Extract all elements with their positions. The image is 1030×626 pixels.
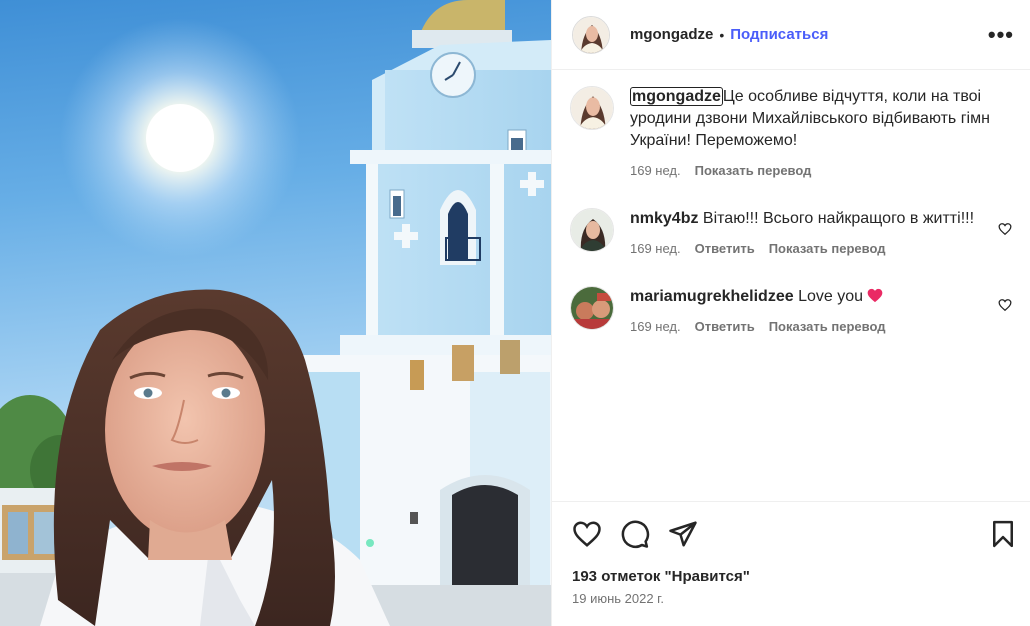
comment-like-icon[interactable]: [998, 298, 1012, 312]
share-icon[interactable]: [668, 519, 698, 549]
reply-button[interactable]: Ответить: [695, 316, 755, 338]
caption-translate-link[interactable]: Показать перевод: [695, 160, 812, 182]
pink-heart-emoji: [868, 288, 883, 303]
comment-item: mariamugrekhelidzee Love you 169 нед. От…: [570, 286, 1012, 338]
separator-dot: •: [719, 26, 725, 43]
bookmark-icon[interactable]: [988, 519, 1018, 549]
likes-count[interactable]: 193 отметок "Нравится": [572, 568, 1018, 585]
comment-username[interactable]: mariamugrekhelidzee: [630, 288, 794, 305]
comment-icon[interactable]: [620, 519, 650, 549]
reply-button[interactable]: Ответить: [695, 238, 755, 260]
commenter-avatar[interactable]: [570, 286, 614, 330]
commenter-avatar[interactable]: [570, 208, 614, 252]
comment-time[interactable]: 169 нед.: [630, 316, 681, 338]
action-bar: [572, 518, 1018, 550]
author-username[interactable]: mgongadze: [630, 26, 713, 43]
caption-username[interactable]: mgongadze: [630, 87, 723, 106]
follow-button[interactable]: Подписаться: [730, 26, 828, 43]
instagram-post: mgongadze • Подписаться ••• mgongadze Це…: [0, 0, 1030, 626]
post-header: mgongadze • Подписаться •••: [552, 0, 1030, 70]
post-photo[interactable]: [0, 0, 551, 626]
caption: mgongadze Це особливе відчуття, коли на т…: [570, 86, 1012, 182]
like-icon[interactable]: [572, 519, 602, 549]
comments-section: mgongadze Це особливе відчуття, коли на т…: [552, 70, 1030, 338]
author-avatar[interactable]: [572, 15, 610, 54]
post-footer: 193 отметок "Нравится" 19 июнь 2022 г.: [552, 501, 1030, 606]
translate-link[interactable]: Показать перевод: [769, 238, 886, 260]
comment-text: Вітаю!!! Всього найкращого в житті!!!: [702, 210, 975, 227]
comment-text: Love you: [798, 288, 864, 305]
caption-avatar[interactable]: [570, 86, 614, 130]
post-side-panel: mgongadze • Подписаться ••• mgongadze Це…: [551, 0, 1030, 626]
post-date[interactable]: 19 июнь 2022 г.: [572, 591, 1018, 606]
comment-meta: 169 нед. Ответить Показать перевод: [630, 238, 982, 260]
comment-time[interactable]: 169 нед.: [630, 238, 681, 260]
translate-link[interactable]: Показать перевод: [769, 316, 886, 338]
selfie-with-bell-tower-image: [0, 0, 551, 626]
comment-meta: 169 нед. Ответить Показать перевод: [630, 316, 982, 338]
comment-item: nmky4bz Вітаю!!! Всього найкращого в жит…: [570, 208, 1012, 260]
comment-username[interactable]: nmky4bz: [630, 210, 698, 227]
caption-meta: 169 нед. Показать перевод: [630, 160, 1012, 182]
more-options-icon[interactable]: •••: [988, 22, 1014, 48]
caption-time[interactable]: 169 нед.: [630, 160, 681, 182]
comment-like-icon[interactable]: [998, 222, 1012, 236]
